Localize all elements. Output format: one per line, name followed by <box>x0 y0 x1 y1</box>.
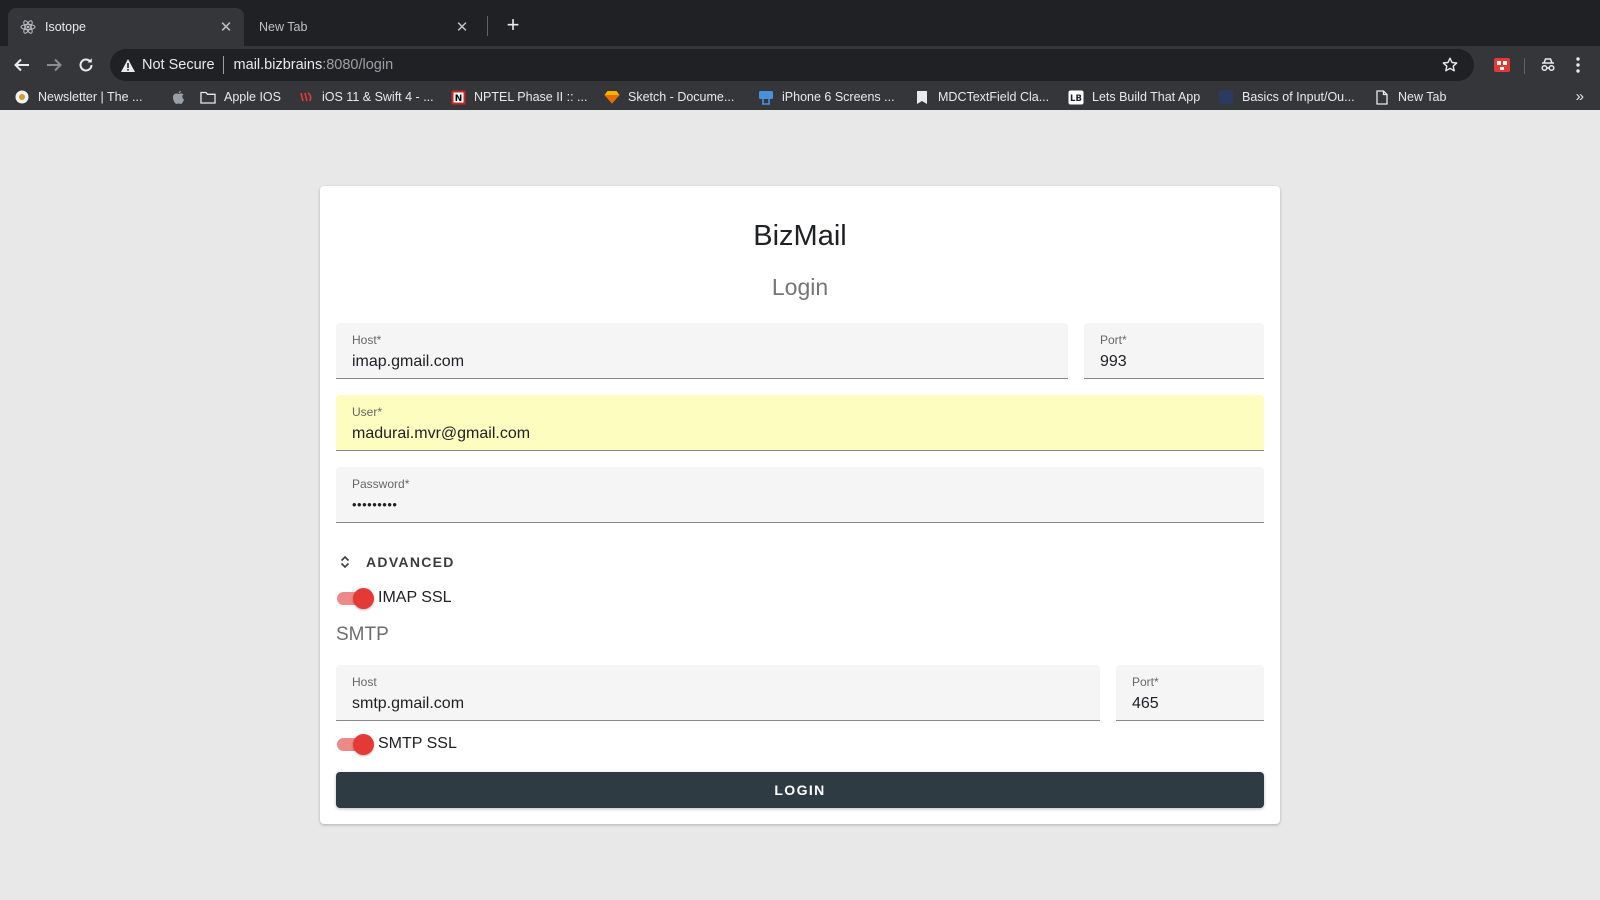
warning-icon[interactable] <box>118 55 138 75</box>
arrow-right-icon <box>47 58 62 72</box>
react-atom-icon <box>20 19 36 35</box>
bookmark-label: Newsletter | The ... <box>38 90 143 104</box>
imap-ssl-label: IMAP SSL <box>378 589 452 606</box>
bookmark-label: Apple IOS <box>224 90 281 104</box>
mdc-icon <box>914 89 930 105</box>
imap-host-label: Host* <box>352 333 382 347</box>
bookmark-label: NPTEL Phase II :: ... <box>474 90 588 104</box>
paintcode-icon <box>758 89 774 105</box>
site-favicon-icon <box>1218 89 1234 105</box>
tab-title: Isotope <box>45 20 87 34</box>
new-tab-button[interactable]: + <box>499 12 527 40</box>
bookmark-label: Lets Build That App <box>1092 90 1201 104</box>
bookmark-mdctextfield[interactable]: MDCTextField Cla... <box>914 84 1049 110</box>
imap-host-value[interactable]: imap.gmail.com <box>352 353 464 371</box>
tab-title: New Tab <box>259 20 308 34</box>
close-tab-icon[interactable]: ✕ <box>216 18 236 36</box>
advanced-toggle-button[interactable]: ADVANCED <box>338 550 455 574</box>
smtp-port-value[interactable]: 465 <box>1132 695 1159 713</box>
smtp-host-value[interactable]: smtp.gmail.com <box>352 695 464 713</box>
security-status-label[interactable]: Not Secure <box>142 57 215 73</box>
bookmark-folder-apple-ios[interactable]: Apple IOS <box>200 84 281 110</box>
chevron-collapse-icon <box>338 554 352 570</box>
reload-button[interactable] <box>72 51 100 79</box>
switch-thumb <box>353 734 374 755</box>
app-title: BizMail <box>753 220 847 252</box>
bookmark-label: iOS 11 & Swift 4 - ... <box>322 90 434 104</box>
login-button[interactable]: LOGIN <box>336 772 1264 808</box>
extension-icon[interactable] <box>1492 55 1512 75</box>
url-path: :8080/login <box>322 57 394 73</box>
svg-text:N: N <box>454 94 462 104</box>
forward-button[interactable] <box>40 51 68 79</box>
bookmark-iphone6-screens[interactable]: iPhone 6 Screens ... <box>758 84 895 110</box>
bookmarks-bar: Newsletter | The ... Apple IOS iOS 11 & … <box>0 84 1600 110</box>
switch-thumb <box>353 588 374 609</box>
arrow-left-icon <box>14 58 29 72</box>
imap-ssl-row: IMAP SSL <box>336 585 452 611</box>
tab-isotope[interactable]: Isotope ✕ <box>8 8 244 46</box>
user-label: User* <box>352 405 383 419</box>
user-field[interactable]: User* madurai.mvr@gmail.com <box>336 395 1264 451</box>
incognito-icon[interactable] <box>1538 55 1558 75</box>
smtp-section-heading: SMTP <box>336 624 389 645</box>
bookmark-label: iPhone 6 Screens ... <box>782 90 895 104</box>
browser-tabstrip: Isotope ✕ New Tab ✕ + <box>0 0 1600 46</box>
password-field[interactable]: Password* ••••••••• <box>336 467 1264 523</box>
bookmark-apple[interactable] <box>170 84 194 110</box>
bookmarks-overflow-icon[interactable]: » <box>1576 88 1584 105</box>
smtp-host-label: Host <box>352 675 377 689</box>
bookmark-label: Sketch - Docume... <box>628 90 735 104</box>
lbta-icon: LB <box>1068 89 1084 105</box>
bookmark-nptel[interactable]: N NPTEL Phase II :: ... <box>450 84 587 110</box>
imap-port-value[interactable]: 993 <box>1100 353 1127 371</box>
url-host: mail.bizbrains <box>233 57 323 73</box>
smtp-port-field[interactable]: Port* 465 <box>1116 665 1264 721</box>
login-card: BizMail Login Host* imap.gmail.com Port*… <box>320 186 1280 824</box>
bookmark-sketch[interactable]: Sketch - Docume... <box>604 84 734 110</box>
password-value[interactable]: ••••••••• <box>352 497 397 512</box>
smtp-port-label: Port* <box>1132 675 1159 689</box>
svg-text:LB: LB <box>1070 94 1082 104</box>
sketch-icon <box>604 89 620 105</box>
page-subtitle: Login <box>771 274 829 300</box>
bookmark-label: Basics of Input/Ou... <box>1242 90 1355 104</box>
smtp-ssl-switch[interactable] <box>336 733 374 755</box>
smtp-host-field[interactable]: Host smtp.gmail.com <box>336 665 1100 721</box>
tab-new-tab[interactable]: New Tab ✕ <box>244 8 480 46</box>
toolbar-divider <box>1524 58 1525 74</box>
bookmark-lets-build-that-app[interactable]: LB Lets Build That App <box>1068 84 1200 110</box>
smtp-ssl-label: SMTP SSL <box>378 735 457 752</box>
page-icon <box>1374 89 1390 105</box>
password-label: Password* <box>352 477 410 491</box>
user-value[interactable]: madurai.mvr@gmail.com <box>352 425 530 443</box>
reload-icon <box>79 58 93 72</box>
address-bar[interactable]: Not Secure mail.bizbrains:8080/login <box>110 49 1474 81</box>
bookmark-label: MDCTextField Cla... <box>938 90 1050 104</box>
tab-divider <box>487 16 488 36</box>
browser-toolbar: Not Secure mail.bizbrains:8080/login <box>0 46 1600 84</box>
bookmark-newsletter[interactable]: Newsletter | The ... <box>14 84 142 110</box>
bookmark-basics-input-output[interactable]: Basics of Input/Ou... <box>1218 84 1355 110</box>
apple-icon <box>170 89 186 105</box>
imap-port-label: Port* <box>1100 333 1127 347</box>
bookmark-ios11-swift[interactable]: iOS 11 & Swift 4 - ... <box>298 84 434 110</box>
newsletter-favicon-icon <box>14 89 30 105</box>
close-tab-icon[interactable]: ✕ <box>452 18 472 36</box>
imap-ssl-switch[interactable] <box>336 587 374 609</box>
smtp-ssl-row: SMTP SSL <box>336 731 457 757</box>
bookmark-label: New Tab <box>1398 90 1447 104</box>
address-divider <box>222 56 224 74</box>
imap-host-field[interactable]: Host* imap.gmail.com <box>336 323 1068 379</box>
more-vert-icon[interactable] <box>1568 55 1588 75</box>
bookmark-star-icon[interactable] <box>1440 55 1460 75</box>
imap-port-field[interactable]: Port* 993 <box>1084 323 1264 379</box>
bookmark-new-tab[interactable]: New Tab <box>1374 84 1446 110</box>
advanced-label: ADVANCED <box>366 554 455 570</box>
nptel-icon: N <box>450 89 466 105</box>
udemy-icon <box>298 89 314 105</box>
back-button[interactable] <box>8 51 36 79</box>
folder-icon <box>200 89 216 105</box>
